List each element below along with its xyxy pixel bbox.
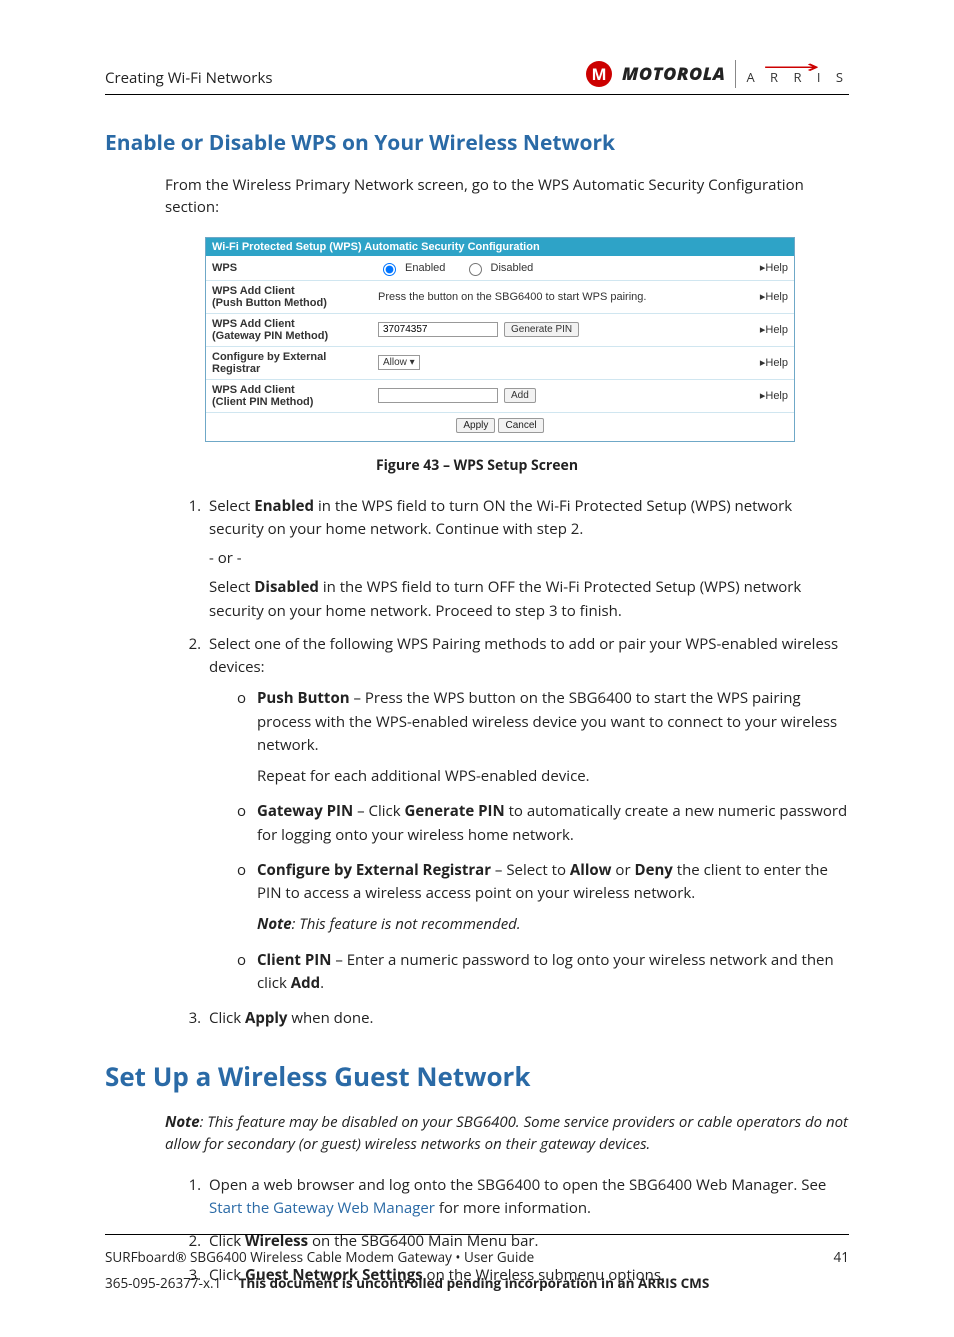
radio-label-disabled: Disabled	[491, 262, 534, 274]
doc-number: 365-095-26377-x.1	[105, 1271, 235, 1297]
method-client-pin: Client PIN – Enter a numeric password to…	[237, 949, 849, 996]
apply-button[interactable]: Apply	[456, 418, 495, 433]
step-3: Click Apply when done.	[205, 1007, 849, 1030]
wps-enabled-radio[interactable]	[383, 263, 396, 276]
heading-guest-network: Set Up a Wireless Guest Network	[105, 1058, 849, 1094]
gateway-pin-input[interactable]	[378, 322, 498, 337]
row-label-client-pin: WPS Add Client (Client PIN Method)	[212, 384, 372, 408]
motorola-icon: M	[586, 61, 612, 87]
arris-logo: ⟶ A R R I S	[746, 64, 849, 84]
figure-title-bar: Wi-Fi Protected Setup (WPS) Automatic Se…	[206, 238, 794, 256]
footer-product: SURFboard® SBG6400 Wireless Cable Modem …	[105, 1245, 534, 1271]
footer-disclaimer: This document is uncontrolled pending in…	[239, 1274, 710, 1292]
page-footer: SURFboard® SBG6400 Wireless Cable Modem …	[105, 1234, 849, 1296]
method-push-button: Push Button – Press the WPS button on th…	[237, 687, 849, 788]
wps-disabled-radio[interactable]	[469, 263, 482, 276]
motorola-wordmark: MOTOROLA	[622, 62, 725, 86]
guest-note: Note: This feature may be disabled on yo…	[165, 1112, 849, 1156]
row-label-ext-registrar: Configure by External Registrar	[212, 351, 372, 375]
brand-logos: M MOTOROLA ⟶ A R R I S	[586, 60, 849, 88]
pairing-methods-list: Push Button – Press the WPS button on th…	[209, 687, 849, 995]
push-button-desc: Press the button on the SBG6400 to start…	[378, 291, 738, 303]
help-link[interactable]: Help	[744, 389, 788, 402]
steps-list-wps: Select Enabled in the WPS field to turn …	[183, 495, 849, 1031]
section-title: Creating Wi-Fi Networks	[105, 68, 272, 88]
add-button[interactable]: Add	[504, 388, 536, 403]
page-header: Creating Wi-Fi Networks M MOTOROLA ⟶ A R…	[105, 60, 849, 95]
help-link[interactable]: Help	[744, 323, 788, 336]
client-pin-input[interactable]	[378, 388, 498, 403]
help-link[interactable]: Help	[744, 261, 788, 274]
help-link[interactable]: Help	[744, 356, 788, 369]
xref-start-gateway[interactable]: Start the Gateway Web Manager	[209, 1198, 435, 1218]
row-label-push: WPS Add Client (Push Button Method)	[212, 285, 372, 309]
heading-wps: Enable or Disable WPS on Your Wireless N…	[105, 129, 849, 157]
note-not-recommended: Note: This feature is not recommended.	[257, 913, 849, 936]
guest-step-1: Open a web browser and log onto the SBG6…	[205, 1174, 849, 1221]
figure-wps: Wi-Fi Protected Setup (WPS) Automatic Se…	[205, 237, 795, 442]
arris-swoosh-icon: ⟶	[763, 64, 833, 71]
ext-registrar-select[interactable]: Allow ▾	[378, 355, 420, 370]
help-link[interactable]: Help	[744, 290, 788, 303]
radio-label-enabled: Enabled	[405, 262, 445, 274]
method-gateway-pin: Gateway PIN – Click Generate PIN to auto…	[237, 800, 849, 847]
logo-divider	[735, 60, 736, 88]
row-label-gateway-pin: WPS Add Client (Gateway PIN Method)	[212, 318, 372, 342]
page-number: 41	[834, 1245, 849, 1271]
cancel-button[interactable]: Cancel	[498, 418, 543, 433]
generate-pin-button[interactable]: Generate PIN	[504, 322, 579, 337]
or-divider: - or -	[209, 547, 849, 570]
method-external-registrar: Configure by External Registrar – Select…	[237, 859, 849, 937]
step-1: Select Enabled in the WPS field to turn …	[205, 495, 849, 623]
intro-text: From the Wireless Primary Network screen…	[165, 175, 849, 219]
row-label-wps: WPS	[212, 262, 372, 274]
figure-caption: Figure 43 – WPS Setup Screen	[105, 456, 849, 475]
step-2: Select one of the following WPS Pairing …	[205, 633, 849, 995]
